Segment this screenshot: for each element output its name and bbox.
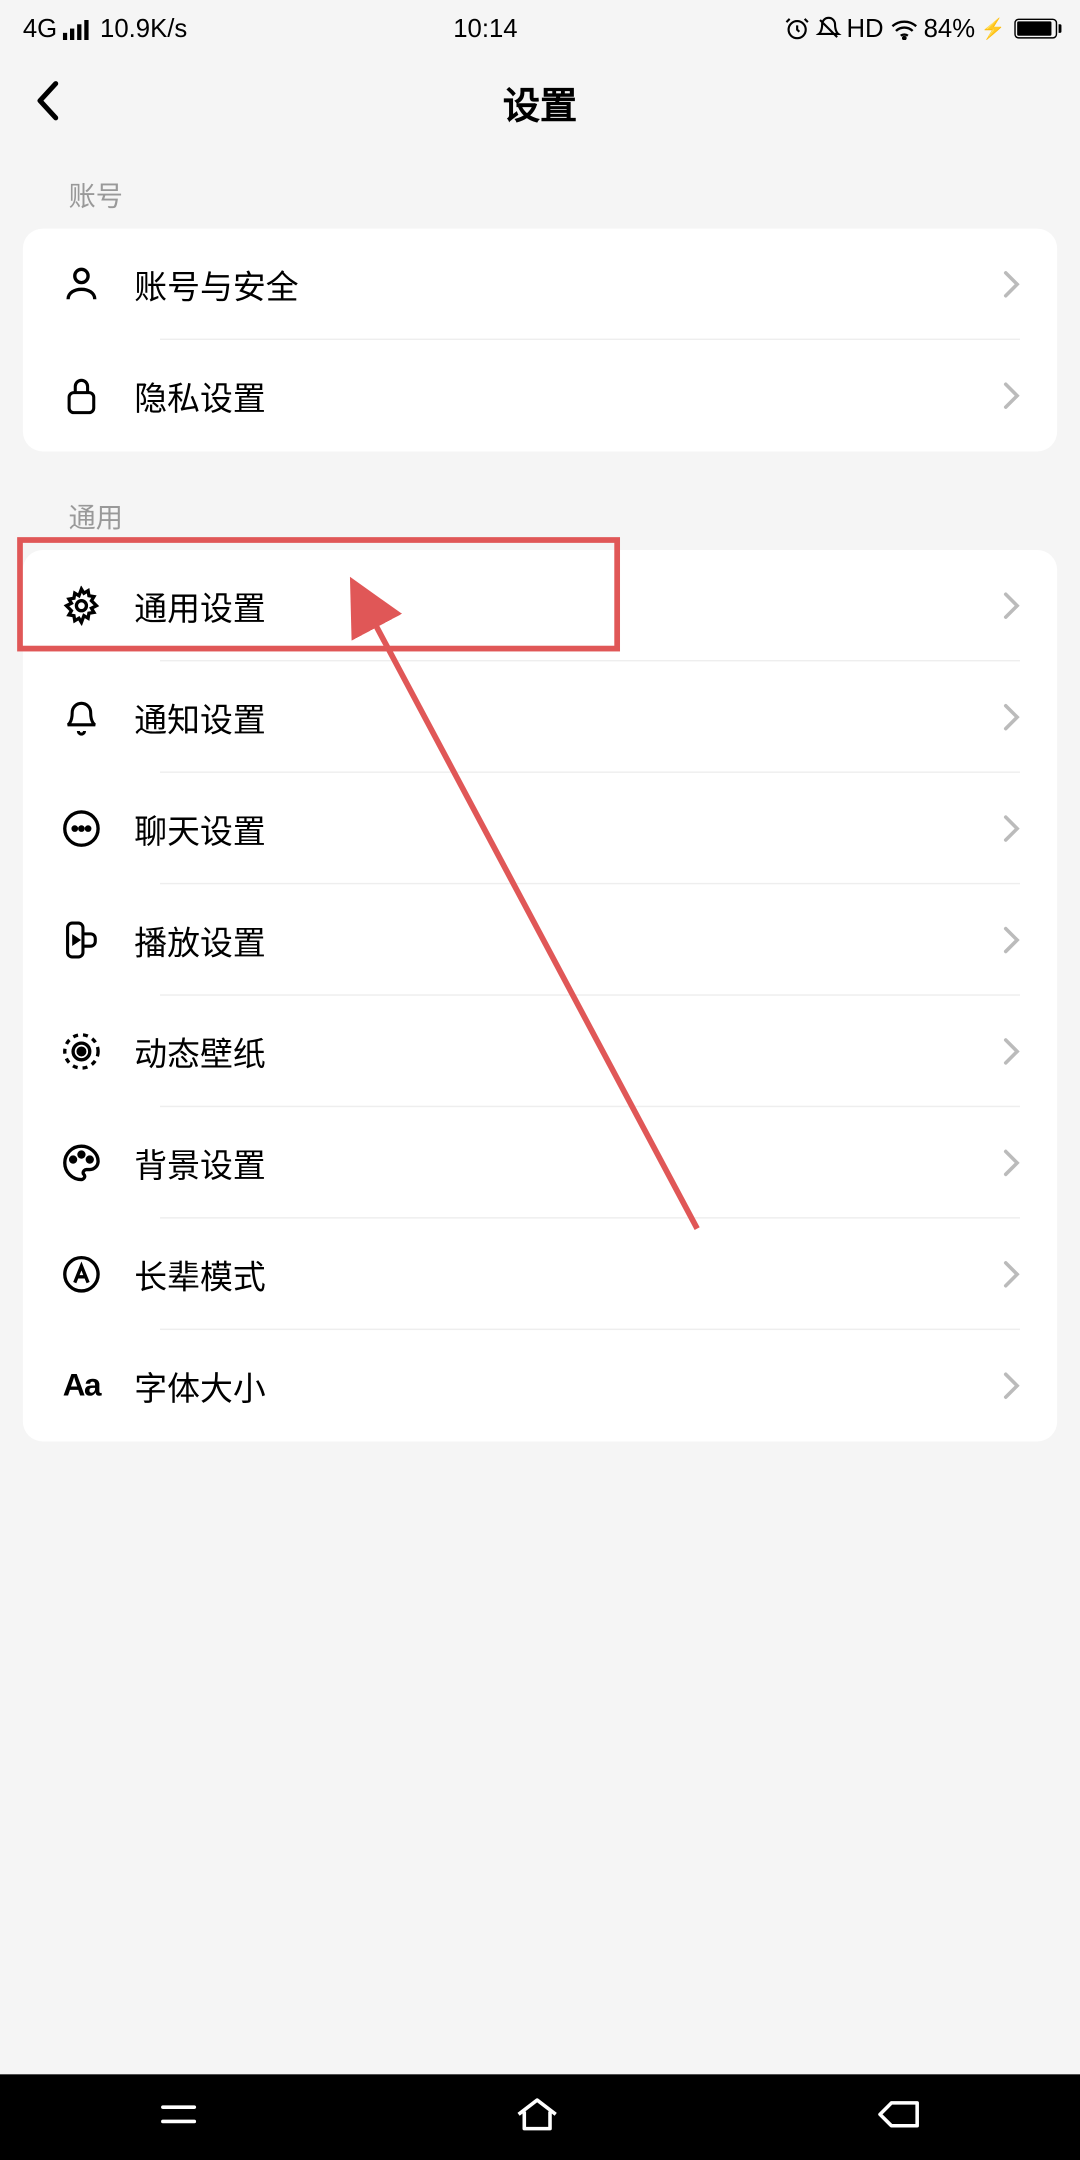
row-playback[interactable]: 播放设置 <box>23 884 1057 995</box>
nav-bar <box>0 2074 1080 2160</box>
row-label: 动态壁纸 <box>134 1027 1003 1076</box>
chevron-right-icon <box>1003 270 1020 299</box>
chevron-right-icon <box>1003 1037 1020 1066</box>
signal-icon <box>63 17 94 40</box>
row-label: 背景设置 <box>134 1139 1003 1188</box>
card-account: 账号与安全 隐私设置 <box>23 229 1057 452</box>
row-label: 账号与安全 <box>134 260 1003 309</box>
chevron-right-icon <box>1003 591 1020 620</box>
row-label: 聊天设置 <box>134 804 1003 853</box>
chevron-right-icon <box>1003 814 1020 843</box>
network-speed: 10.9K/s <box>100 14 187 44</box>
row-account-security[interactable]: 账号与安全 <box>23 229 1057 340</box>
card-general: 通用设置 通知设置 聊天设置 播放设置 动态壁纸 <box>23 550 1057 1441</box>
chevron-right-icon <box>1003 1371 1020 1400</box>
palette-icon <box>60 1141 103 1184</box>
status-time: 10:14 <box>453 14 517 44</box>
section-label-account: 账号 <box>0 150 1080 229</box>
row-label: 通用设置 <box>134 581 1003 630</box>
back-button[interactable] <box>34 79 60 129</box>
play-icon <box>60 919 103 962</box>
row-background[interactable]: 背景设置 <box>23 1107 1057 1218</box>
gear-icon <box>60 584 103 627</box>
row-chat[interactable]: 聊天设置 <box>23 773 1057 884</box>
row-live-wallpaper[interactable]: 动态壁纸 <box>23 996 1057 1107</box>
section-label-general: 通用 <box>0 451 1080 550</box>
row-label: 长辈模式 <box>134 1250 1003 1299</box>
mute-icon <box>815 16 841 42</box>
chevron-right-icon <box>1003 1260 1020 1289</box>
row-label: 隐私设置 <box>134 371 1003 420</box>
person-icon <box>60 263 103 306</box>
chat-icon <box>60 807 103 850</box>
row-notification[interactable]: 通知设置 <box>23 661 1057 772</box>
row-label: 字体大小 <box>134 1361 1003 1410</box>
row-label: 播放设置 <box>134 916 1003 965</box>
target-dashed-icon <box>60 1030 103 1073</box>
page-title: 设置 <box>503 77 577 130</box>
row-privacy[interactable]: 隐私设置 <box>23 340 1057 451</box>
a-circle-icon <box>60 1253 103 1296</box>
nav-home-button[interactable] <box>513 2094 562 2141</box>
lock-icon <box>60 374 103 417</box>
nav-recent-button[interactable] <box>157 2098 200 2137</box>
bell-icon <box>60 696 103 739</box>
row-elder-mode[interactable]: 长辈模式 <box>23 1219 1057 1330</box>
font-size-icon: Aa <box>60 1364 103 1407</box>
page-header: 设置 <box>0 57 1080 150</box>
chevron-right-icon <box>1003 1149 1020 1178</box>
chevron-right-icon <box>1003 381 1020 410</box>
hd-indicator: HD <box>846 14 883 44</box>
battery-icon <box>1014 19 1057 39</box>
alarm-icon <box>784 16 810 42</box>
row-font-size[interactable]: Aa 字体大小 <box>23 1330 1057 1441</box>
network-type: 4G <box>23 14 57 44</box>
nav-back-button[interactable] <box>875 2096 924 2137</box>
wifi-icon <box>889 17 918 40</box>
status-bar: 4G 10.9K/s 10:14 HD 84% ⚡ <box>0 0 1080 57</box>
chevron-right-icon <box>1003 703 1020 732</box>
row-label: 通知设置 <box>134 693 1003 742</box>
chevron-right-icon <box>1003 926 1020 955</box>
row-general-settings[interactable]: 通用设置 <box>23 550 1057 661</box>
battery-percent: 84% <box>924 14 975 44</box>
